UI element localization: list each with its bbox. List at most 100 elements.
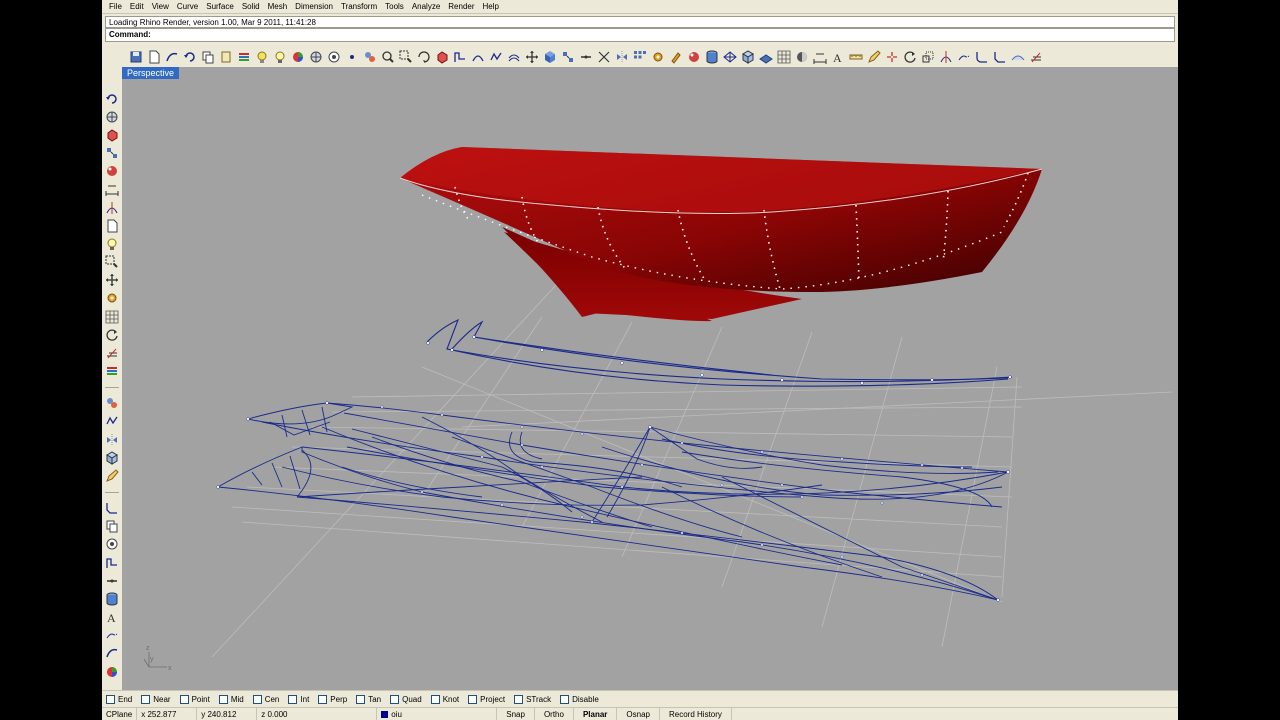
patch-icon[interactable] — [104, 363, 121, 380]
circle-icon[interactable] — [104, 181, 121, 198]
layer-off-icon[interactable] — [1027, 49, 1044, 66]
rotate-view-icon[interactable] — [415, 49, 432, 66]
extend-icon[interactable] — [955, 49, 972, 66]
osnap-tan[interactable]: Tan — [356, 694, 381, 704]
snap-icon[interactable] — [883, 49, 900, 66]
extrude-icon[interactable] — [104, 290, 121, 307]
blend-icon[interactable] — [104, 272, 121, 289]
pencil-icon[interactable] — [865, 49, 882, 66]
ortho-toggle[interactable]: Ortho — [535, 707, 574, 720]
cylinder-icon[interactable] — [104, 431, 121, 448]
zoom-window-icon[interactable] — [397, 49, 414, 66]
box-icon[interactable] — [104, 395, 121, 412]
checkbox-icon[interactable] — [218, 694, 228, 704]
dimension-icon[interactable] — [811, 49, 828, 66]
properties-icon[interactable] — [253, 49, 270, 66]
fillet-icon[interactable] — [973, 49, 990, 66]
freeform-icon[interactable] — [104, 254, 121, 271]
menu-surface[interactable]: Surface — [202, 0, 238, 14]
boolean-icon[interactable] — [541, 49, 558, 66]
trim-icon[interactable] — [937, 49, 954, 66]
osnap-point[interactable]: Point — [179, 694, 210, 704]
explode-icon[interactable] — [104, 663, 121, 680]
paint-icon[interactable] — [667, 49, 684, 66]
rotate-icon[interactable] — [104, 536, 121, 553]
perspective-viewport[interactable]: Perspective z x y — [122, 67, 1178, 690]
checkbox-icon[interactable] — [318, 694, 328, 704]
grid-icon[interactable] — [775, 49, 792, 66]
loft-icon[interactable] — [104, 308, 121, 325]
material-icon[interactable] — [685, 49, 702, 66]
array-icon[interactable] — [631, 49, 648, 66]
array-icon[interactable] — [104, 590, 121, 607]
move-icon[interactable] — [523, 49, 540, 66]
checkbox-icon[interactable] — [252, 694, 262, 704]
checkbox-icon[interactable] — [514, 694, 524, 704]
point-icon[interactable] — [343, 49, 360, 66]
rebuild-icon[interactable] — [487, 49, 504, 66]
explode-icon[interactable] — [559, 49, 576, 66]
checkbox-icon[interactable] — [560, 694, 570, 704]
cube-icon[interactable] — [739, 49, 756, 66]
menu-edit[interactable]: Edit — [126, 0, 148, 14]
curve-from-objects-icon[interactable] — [163, 49, 180, 66]
trim-icon[interactable]: A — [104, 609, 121, 626]
menu-file[interactable]: File — [105, 0, 126, 14]
menu-mesh[interactable]: Mesh — [264, 0, 292, 14]
offset-icon[interactable] — [505, 49, 522, 66]
move-icon[interactable] — [104, 500, 121, 517]
record-history-toggle[interactable]: Record History — [660, 707, 732, 720]
osnap-knot[interactable]: Knot — [430, 694, 459, 704]
ruler-icon[interactable] — [847, 49, 864, 66]
sphere-icon[interactable] — [104, 413, 121, 430]
line-icon[interactable] — [104, 108, 121, 125]
menu-transform[interactable]: Transform — [337, 0, 381, 14]
copy-icon[interactable] — [104, 518, 121, 535]
menu-tools[interactable]: Tools — [381, 0, 408, 14]
menu-dimension[interactable]: Dimension — [291, 0, 337, 14]
join-icon[interactable] — [577, 49, 594, 66]
viewport-tab-perspective[interactable]: Perspective — [122, 67, 180, 79]
layers-icon[interactable] — [235, 49, 252, 66]
checkbox-icon[interactable] — [106, 694, 115, 704]
zoom-icon[interactable] — [379, 49, 396, 66]
scale-icon[interactable] — [104, 554, 121, 571]
arc-icon[interactable] — [469, 49, 486, 66]
menu-solid[interactable]: Solid — [238, 0, 264, 14]
shade-icon[interactable] — [793, 49, 810, 66]
checkbox-icon[interactable] — [141, 694, 151, 704]
polyline-icon[interactable] — [104, 126, 121, 143]
split-icon[interactable] — [104, 627, 121, 644]
polygon-icon[interactable] — [104, 235, 121, 252]
color-wheel-icon[interactable] — [289, 49, 306, 66]
osnap-disable[interactable]: Disable — [560, 694, 599, 704]
copy-icon[interactable] — [199, 49, 216, 66]
osnap-toggle[interactable]: Osnap — [617, 707, 660, 720]
rotate-icon[interactable] — [901, 49, 918, 66]
join-icon[interactable] — [104, 645, 121, 662]
paste-icon[interactable] — [217, 49, 234, 66]
mirror-icon[interactable] — [104, 572, 121, 589]
rectangle-icon[interactable] — [104, 163, 121, 180]
torus-icon[interactable] — [104, 467, 121, 484]
osnap-end[interactable]: End — [106, 694, 132, 704]
osnap-cen[interactable]: Cen — [252, 694, 279, 704]
mirror-icon[interactable] — [613, 49, 630, 66]
osnap-mid[interactable]: Mid — [218, 694, 244, 704]
scale-icon[interactable] — [919, 49, 936, 66]
undo-icon[interactable] — [181, 49, 198, 66]
osnap-int[interactable]: Int — [288, 694, 309, 704]
point-icon[interactable] — [104, 90, 121, 107]
osnap-project[interactable]: Project — [468, 694, 505, 704]
osnap-quad[interactable]: Quad — [390, 694, 422, 704]
box-icon[interactable] — [433, 49, 450, 66]
surface-icon[interactable] — [1009, 49, 1026, 66]
menu-curve[interactable]: Curve — [173, 0, 202, 14]
checkbox-icon[interactable] — [430, 694, 440, 704]
globe-icon[interactable] — [307, 49, 324, 66]
text-icon[interactable]: A — [829, 49, 846, 66]
osnap-strack[interactable]: STrack — [514, 694, 551, 704]
polyline-icon[interactable] — [451, 49, 468, 66]
menu-view[interactable]: View — [148, 0, 173, 14]
menu-render[interactable]: Render — [444, 0, 478, 14]
